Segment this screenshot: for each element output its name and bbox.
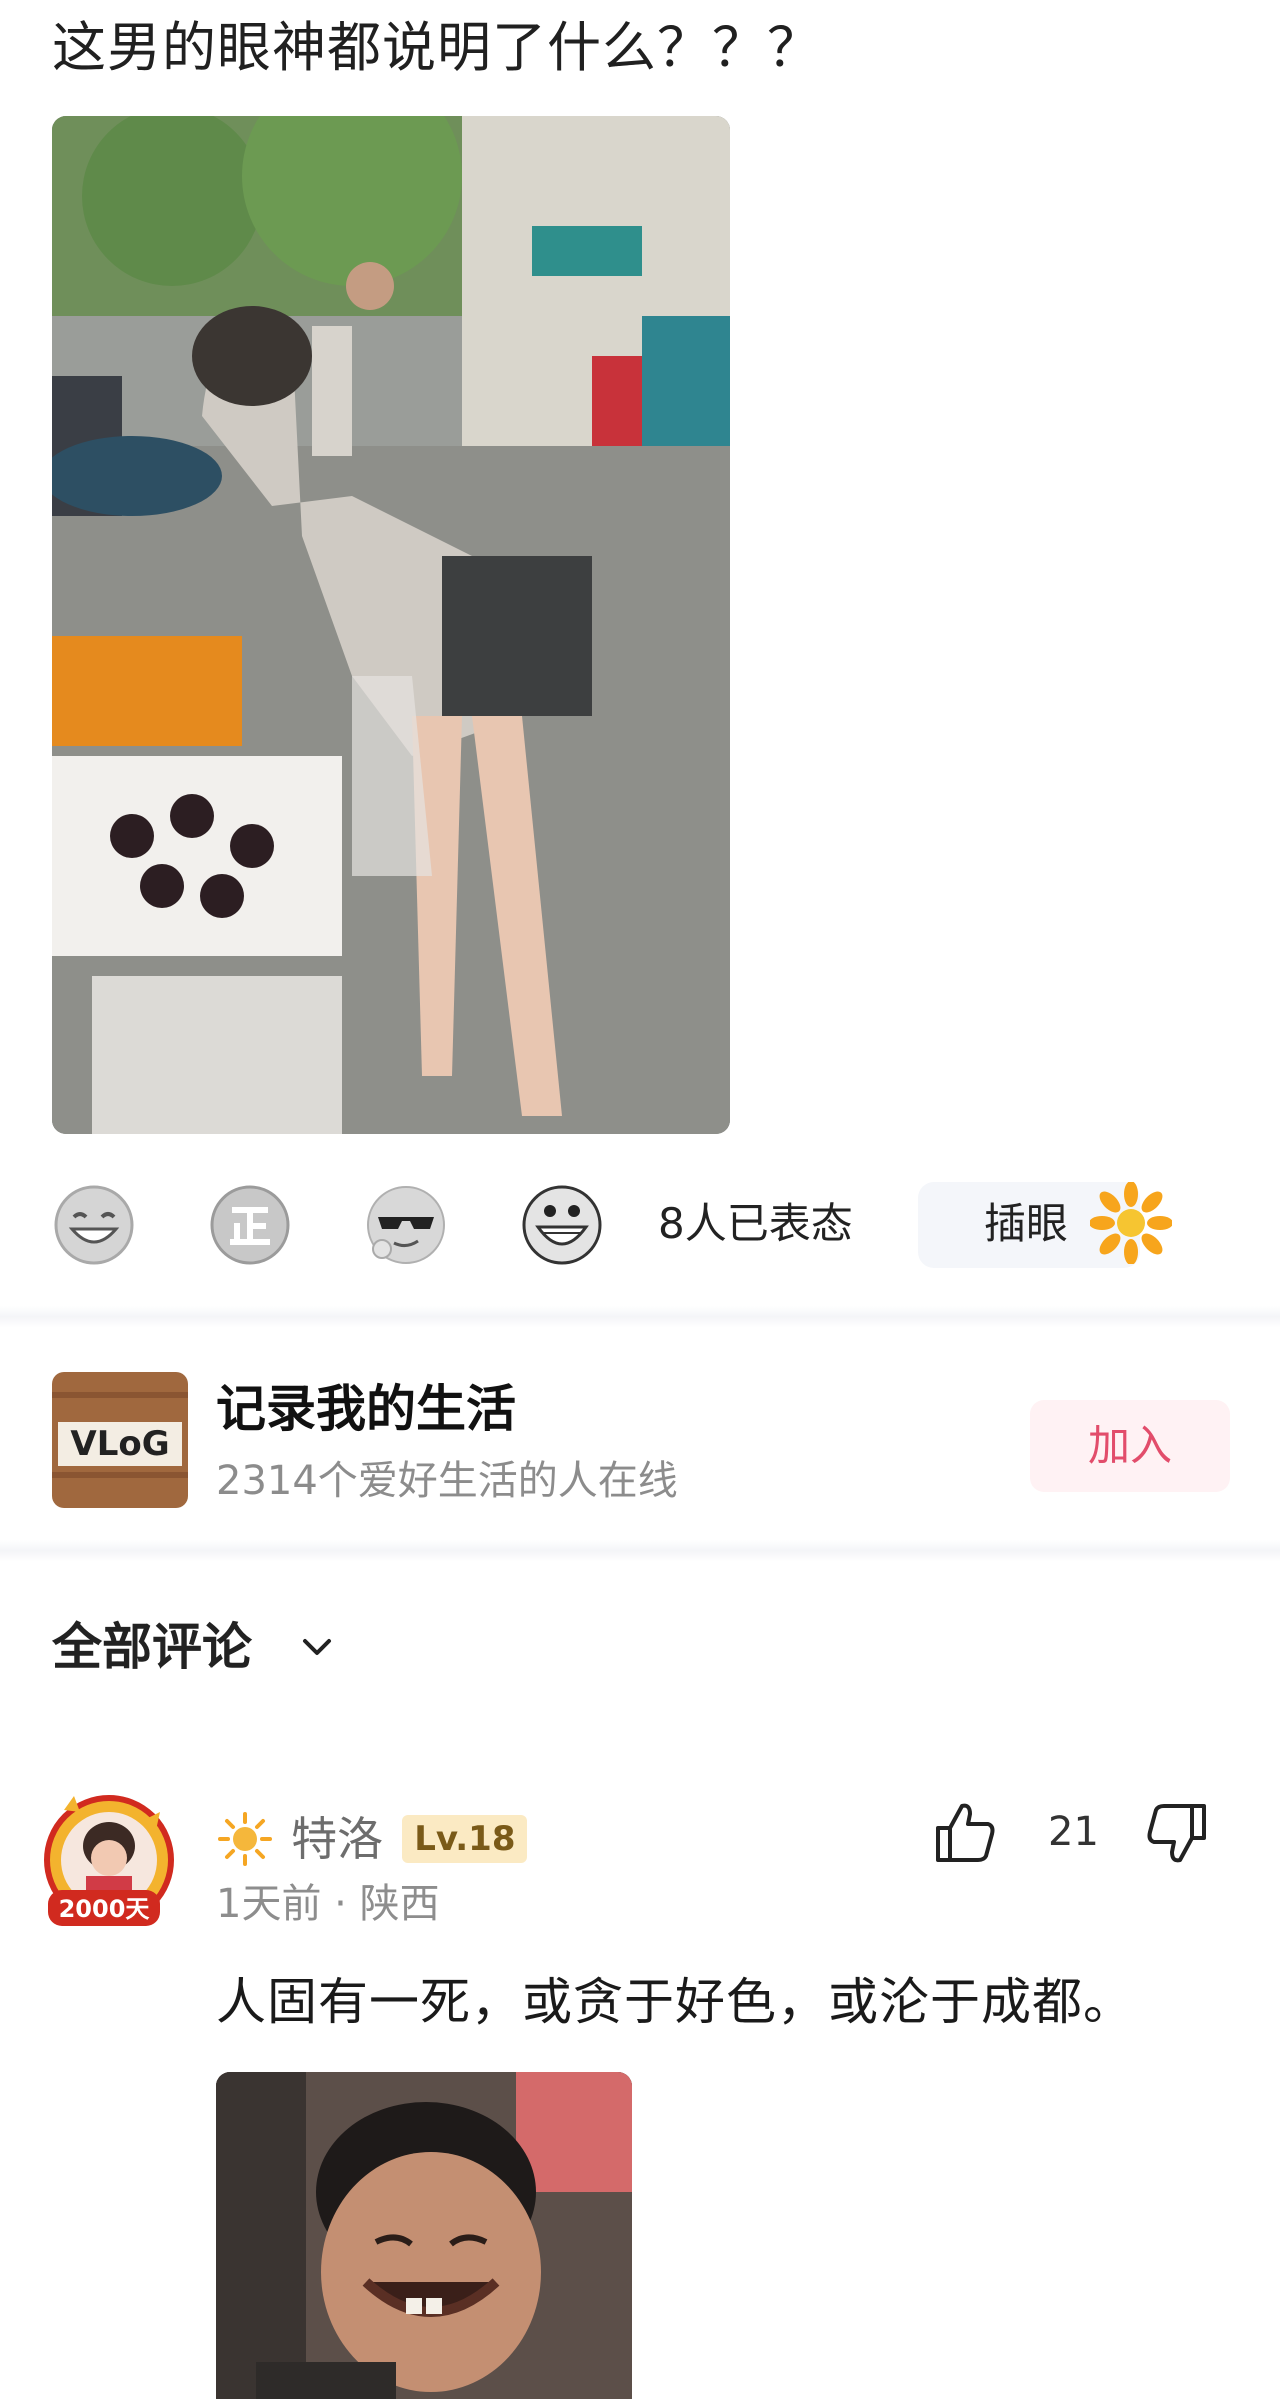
reactions-bar: 8人已表态 插眼	[52, 1180, 1232, 1270]
avatar[interactable]: 2000天	[34, 1790, 184, 1940]
circle-online-count: 2314个爱好生活的人在线	[216, 1458, 678, 1504]
comment-image[interactable]	[216, 2072, 632, 2399]
level-badge: Lv.18	[402, 1815, 528, 1863]
grinning-face-icon[interactable]	[520, 1183, 604, 1267]
post-title: 这男的眼神都说明了什么？？？	[52, 16, 822, 79]
circle-name: 记录我的生活	[216, 1380, 516, 1438]
sunflower-icon[interactable]	[1089, 1181, 1173, 1265]
thumbs-down-icon[interactable]	[1144, 1800, 1210, 1866]
join-button[interactable]: 加入	[1030, 1400, 1230, 1492]
comments-title: 全部评论	[52, 1618, 252, 1676]
circle-logo-text: VLoG	[70, 1424, 169, 1464]
comment-meta: 1天前 · 陕西	[216, 1881, 440, 1927]
reaction-count[interactable]: 8人已表态	[658, 1196, 853, 1252]
laughing-face-icon[interactable]	[52, 1183, 136, 1267]
sunglasses-face-icon[interactable]	[364, 1183, 448, 1267]
comment-item: 2000天 特洛 Lv.18 1天前 · 陕西 21 人固有一死，或贪于好色，或…	[0, 1790, 1280, 2399]
chevron-down-icon	[303, 1639, 332, 1655]
comment-text: 人固有一死，或贪于好色，或沦于成都。	[216, 1973, 1134, 2031]
laughing-kid-photo	[216, 2072, 632, 2399]
sun-level-icon	[218, 1812, 272, 1866]
comments-sort-toggle[interactable]: 全部评论	[52, 1612, 337, 1692]
section-divider	[0, 1540, 1280, 1562]
zheng-badge-icon[interactable]	[208, 1183, 292, 1267]
section-divider	[0, 1306, 1280, 1328]
avatar-badge-text: 2000天	[59, 1895, 150, 1923]
comment-username[interactable]: 特洛	[291, 1808, 383, 1870]
comment-user-line: 特洛 Lv.18	[216, 1808, 528, 1874]
post-image[interactable]	[52, 116, 730, 1134]
thumbs-up-icon[interactable]	[932, 1800, 998, 1866]
circle-card[interactable]: VLoG 记录我的生活 2314个爱好生活的人在线 加入	[0, 1340, 1280, 1540]
tag-label: 插眼	[984, 1199, 1069, 1248]
street-photo-illustration	[52, 116, 730, 1134]
circle-logo[interactable]: VLoG	[52, 1372, 188, 1508]
like-count: 21	[1048, 1809, 1099, 1855]
